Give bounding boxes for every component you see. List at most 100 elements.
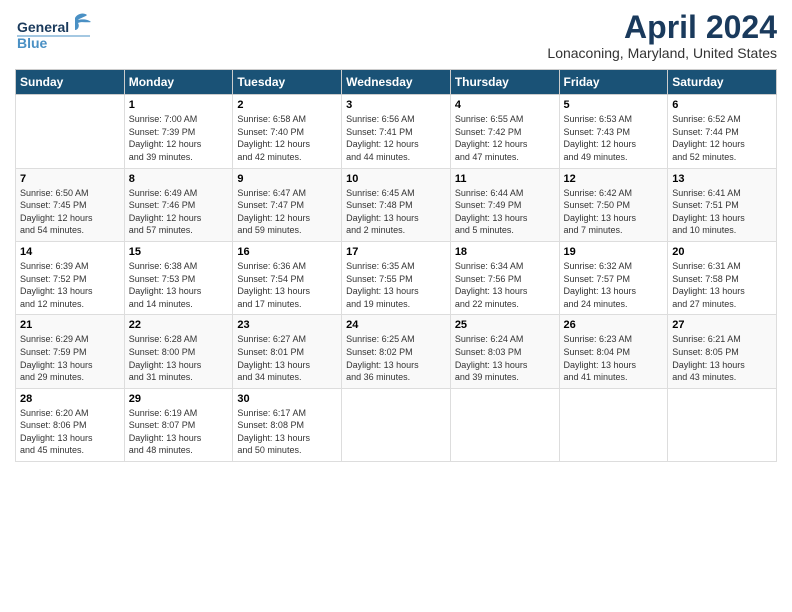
day-info-line: and 42 minutes. (237, 151, 337, 164)
day-info-line: Daylight: 13 hours (237, 285, 337, 298)
day-info-line: and 29 minutes. (20, 371, 120, 384)
calendar-day-cell: 25Sunrise: 6:24 AMSunset: 8:03 PMDayligh… (450, 315, 559, 388)
calendar-day-cell: 20Sunrise: 6:31 AMSunset: 7:58 PMDayligh… (668, 241, 777, 314)
day-info-line: and 57 minutes. (129, 224, 229, 237)
day-number: 2 (237, 99, 337, 111)
day-info-line: Sunrise: 6:38 AM (129, 260, 229, 273)
day-info-line: Sunset: 7:50 PM (564, 199, 664, 212)
day-info-line: Sunset: 8:04 PM (564, 346, 664, 359)
day-info-line: Sunrise: 6:58 AM (237, 113, 337, 126)
day-info-line: Sunset: 7:46 PM (129, 199, 229, 212)
weekday-header: Saturday (668, 70, 777, 95)
day-info-line: Daylight: 13 hours (672, 285, 772, 298)
day-info-line: Daylight: 13 hours (455, 212, 555, 225)
day-info-line: and 52 minutes. (672, 151, 772, 164)
day-info-line: and 49 minutes. (564, 151, 664, 164)
day-info-line: Sunset: 7:55 PM (346, 273, 446, 286)
calendar-week-row: 7Sunrise: 6:50 AMSunset: 7:45 PMDaylight… (16, 168, 777, 241)
day-number: 24 (346, 319, 446, 331)
day-number: 12 (564, 173, 664, 185)
day-number: 9 (237, 173, 337, 185)
day-info-line: Daylight: 13 hours (564, 359, 664, 372)
day-info-line: Sunrise: 6:27 AM (237, 333, 337, 346)
day-info-line: and 19 minutes. (346, 298, 446, 311)
calendar-week-row: 1Sunrise: 7:00 AMSunset: 7:39 PMDaylight… (16, 95, 777, 168)
day-info-line: Sunrise: 6:36 AM (237, 260, 337, 273)
weekday-header: Thursday (450, 70, 559, 95)
day-info-line: and 14 minutes. (129, 298, 229, 311)
day-number: 26 (564, 319, 664, 331)
day-number: 6 (672, 99, 772, 111)
day-info-line: Sunrise: 6:56 AM (346, 113, 446, 126)
calendar-day-cell: 24Sunrise: 6:25 AMSunset: 8:02 PMDayligh… (342, 315, 451, 388)
calendar-day-cell: 22Sunrise: 6:28 AMSunset: 8:00 PMDayligh… (124, 315, 233, 388)
day-info-line: Daylight: 12 hours (129, 138, 229, 151)
svg-text:General: General (17, 19, 69, 35)
calendar-day-cell: 9Sunrise: 6:47 AMSunset: 7:47 PMDaylight… (233, 168, 342, 241)
day-info-line: Sunrise: 6:19 AM (129, 407, 229, 420)
day-info-line: Daylight: 13 hours (20, 359, 120, 372)
subtitle: Lonaconing, Maryland, United States (547, 45, 777, 61)
day-info-line: Daylight: 13 hours (20, 432, 120, 445)
day-info-line: and 34 minutes. (237, 371, 337, 384)
day-info-line: Daylight: 12 hours (237, 212, 337, 225)
day-number: 17 (346, 246, 446, 258)
day-info-line: Daylight: 12 hours (237, 138, 337, 151)
day-info-line: Sunrise: 6:21 AM (672, 333, 772, 346)
day-info-line: Sunset: 7:51 PM (672, 199, 772, 212)
day-info-line: Sunset: 7:57 PM (564, 273, 664, 286)
day-info-line: Daylight: 13 hours (564, 285, 664, 298)
calendar-table: SundayMondayTuesdayWednesdayThursdayFrid… (15, 69, 777, 462)
day-info-line: Sunrise: 6:24 AM (455, 333, 555, 346)
day-number: 16 (237, 246, 337, 258)
day-info-line: Sunrise: 6:28 AM (129, 333, 229, 346)
day-number: 5 (564, 99, 664, 111)
day-info-line: Sunset: 7:45 PM (20, 199, 120, 212)
calendar-day-cell (559, 388, 668, 461)
day-info-line: and 36 minutes. (346, 371, 446, 384)
day-info-line: and 44 minutes. (346, 151, 446, 164)
day-info-line: Daylight: 12 hours (346, 138, 446, 151)
calendar-week-row: 21Sunrise: 6:29 AMSunset: 7:59 PMDayligh… (16, 315, 777, 388)
calendar-day-cell: 6Sunrise: 6:52 AMSunset: 7:44 PMDaylight… (668, 95, 777, 168)
day-info-line: Daylight: 13 hours (455, 285, 555, 298)
page: General Blue April 2024 Lonaconing, Mary… (0, 0, 792, 612)
logo-image: General Blue (15, 10, 105, 55)
calendar-day-cell (342, 388, 451, 461)
day-info-line: and 43 minutes. (672, 371, 772, 384)
day-info-line: and 5 minutes. (455, 224, 555, 237)
day-info-line: Daylight: 12 hours (455, 138, 555, 151)
day-info-line: and 39 minutes. (129, 151, 229, 164)
day-info-line: and 45 minutes. (20, 444, 120, 457)
calendar-day-cell: 15Sunrise: 6:38 AMSunset: 7:53 PMDayligh… (124, 241, 233, 314)
calendar-day-cell: 26Sunrise: 6:23 AMSunset: 8:04 PMDayligh… (559, 315, 668, 388)
day-info-line: Daylight: 13 hours (237, 359, 337, 372)
day-info-line: Daylight: 12 hours (20, 212, 120, 225)
weekday-header: Monday (124, 70, 233, 95)
day-info-line: Sunset: 8:01 PM (237, 346, 337, 359)
day-info-line: Daylight: 13 hours (237, 432, 337, 445)
calendar-day-cell: 16Sunrise: 6:36 AMSunset: 7:54 PMDayligh… (233, 241, 342, 314)
day-info-line: and 39 minutes. (455, 371, 555, 384)
header: General Blue April 2024 Lonaconing, Mary… (15, 10, 777, 61)
calendar-day-cell (16, 95, 125, 168)
day-number: 30 (237, 393, 337, 405)
day-info-line: Daylight: 13 hours (20, 285, 120, 298)
calendar-day-cell (668, 388, 777, 461)
day-info-line: and 41 minutes. (564, 371, 664, 384)
day-info-line: Sunrise: 6:31 AM (672, 260, 772, 273)
day-info-line: Sunset: 7:52 PM (20, 273, 120, 286)
title-block: April 2024 Lonaconing, Maryland, United … (547, 10, 777, 61)
day-info-line: Daylight: 12 hours (672, 138, 772, 151)
calendar-day-cell: 10Sunrise: 6:45 AMSunset: 7:48 PMDayligh… (342, 168, 451, 241)
day-info-line: Sunset: 8:08 PM (237, 419, 337, 432)
weekday-header: Sunday (16, 70, 125, 95)
day-info-line: Sunrise: 6:53 AM (564, 113, 664, 126)
day-info-line: Sunset: 7:44 PM (672, 126, 772, 139)
weekday-header: Wednesday (342, 70, 451, 95)
logo: General Blue (15, 10, 105, 55)
day-info-line: and 24 minutes. (564, 298, 664, 311)
calendar-day-cell: 18Sunrise: 6:34 AMSunset: 7:56 PMDayligh… (450, 241, 559, 314)
calendar-week-row: 14Sunrise: 6:39 AMSunset: 7:52 PMDayligh… (16, 241, 777, 314)
day-info-line: Sunset: 7:49 PM (455, 199, 555, 212)
